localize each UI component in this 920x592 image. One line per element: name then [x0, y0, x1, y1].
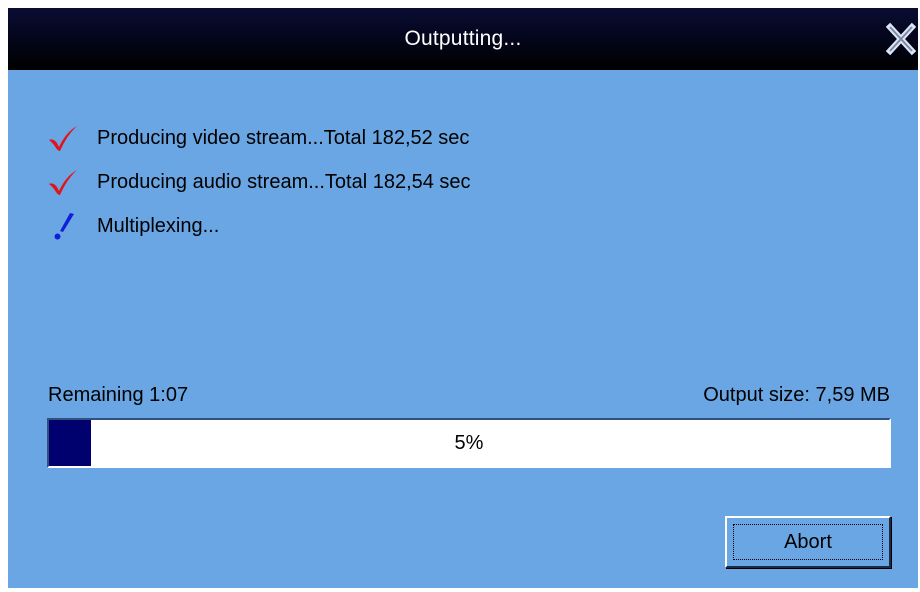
- step-label: Producing audio stream...Total 182,54 se…: [97, 170, 471, 193]
- close-icon[interactable]: [885, 22, 917, 56]
- progress-percent: 5%: [454, 431, 484, 454]
- exclamation-icon: [46, 211, 80, 241]
- step-item: Producing audio stream...Total 182,54 se…: [46, 160, 471, 204]
- progress-bar: 5%: [47, 418, 891, 468]
- abort-button-label: Abort: [733, 524, 883, 560]
- remaining-time: Remaining 1:07: [48, 384, 189, 406]
- step-item: Multiplexing...: [46, 204, 471, 248]
- checkmark-icon: [46, 167, 80, 197]
- window-title: Outputting...: [404, 27, 522, 50]
- abort-button[interactable]: Abort: [725, 516, 891, 568]
- step-label: Multiplexing...: [97, 214, 220, 237]
- step-item: Producing video stream...Total 182,52 se…: [46, 116, 471, 160]
- output-size: Output size: 7,59 MB: [703, 384, 890, 406]
- step-list: Producing video stream...Total 182,52 se…: [46, 116, 471, 248]
- checkmark-icon: [46, 123, 80, 153]
- output-dialog: Outputting... Producing video stream...T…: [8, 8, 918, 588]
- step-label: Producing video stream...Total 182,52 se…: [97, 126, 470, 149]
- title-bar[interactable]: Outputting...: [8, 8, 918, 70]
